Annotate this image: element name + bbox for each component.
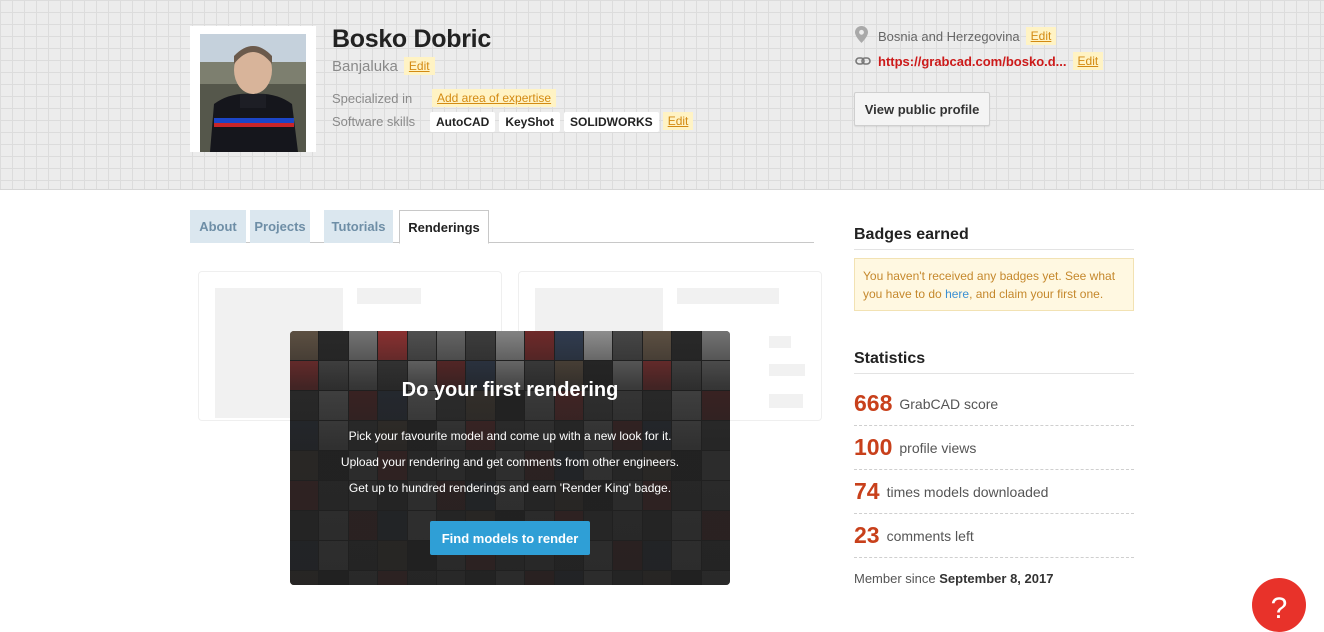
skill-tag: SOLIDWORKS: [564, 112, 659, 132]
edit-url-button[interactable]: Edit: [1072, 52, 1104, 70]
stat-row: 23 comments left: [854, 514, 1134, 558]
member-since-label: Member since: [854, 571, 936, 586]
badges-here-link[interactable]: here: [945, 287, 969, 301]
chain-link-icon: [855, 54, 871, 69]
user-name: Bosko Dobric: [332, 25, 491, 53]
stat-value: 23: [854, 522, 880, 548]
profile-header: Bosko Dobric Banjaluka Edit Specialized i…: [0, 0, 1324, 190]
stat-value: 668: [854, 390, 893, 416]
avatar-photo: [200, 34, 306, 152]
placeholder-text: [769, 336, 791, 348]
edit-city-button[interactable]: Edit: [403, 57, 435, 75]
stat-label: GrabCAD score: [899, 395, 999, 412]
location-row: Bosnia and Herzegovina Edit: [855, 26, 1057, 46]
divider: [854, 373, 1134, 374]
user-city: Banjaluka Edit: [332, 57, 435, 75]
promo-title: Do your first rendering: [401, 379, 619, 401]
placeholder-text: [769, 394, 803, 408]
stat-row: 668 GrabCAD score: [854, 382, 1134, 426]
add-expertise-link[interactable]: Add area of expertise: [432, 89, 557, 107]
first-rendering-promo: Do your first rendering Pick your favour…: [290, 331, 730, 585]
question-mark-icon: ?: [1270, 592, 1288, 625]
software-row: Software skills AutoCAD KeyShot SOLIDWORKS E…: [332, 112, 694, 132]
avatar[interactable]: [200, 34, 306, 152]
promo-line: Get up to hundred renderings and earn 'R…: [348, 481, 672, 495]
tab-projects[interactable]: Projects: [250, 210, 310, 243]
edit-location-button[interactable]: Edit: [1025, 27, 1057, 45]
software-label: Software skills: [332, 114, 416, 129]
city-text: Banjaluka: [332, 58, 398, 75]
badges-title: Badges earned: [854, 226, 969, 243]
stat-value: 74: [854, 478, 880, 504]
divider: [854, 249, 1134, 250]
placeholder-text: [677, 288, 779, 304]
edit-skills-button[interactable]: Edit: [662, 112, 694, 130]
profile-url-link[interactable]: https://grabcad.com/bosko.d...: [878, 54, 1067, 69]
badges-text: , and claim your first one.: [969, 287, 1104, 301]
stat-label: comments left: [886, 527, 974, 544]
tab-renderings[interactable]: Renderings: [399, 210, 489, 244]
member-since: Member since September 8, 2017: [854, 571, 1053, 586]
url-row: https://grabcad.com/bosko.d... Edit: [855, 52, 1104, 70]
stat-row: 74 times models downloaded: [854, 470, 1134, 514]
specialized-label: Specialized in: [332, 91, 413, 106]
stat-label: profile views: [899, 439, 977, 456]
help-button[interactable]: ?: [1252, 578, 1306, 632]
stat-row: 100 profile views: [854, 426, 1134, 470]
tab-about[interactable]: About: [190, 210, 246, 243]
badges-notice: You haven't received any badges yet. See…: [854, 258, 1134, 311]
avatar-frame: [190, 26, 316, 152]
skill-tag: KeyShot: [499, 112, 561, 132]
stat-value: 100: [854, 434, 893, 460]
placeholder-text: [357, 288, 421, 304]
map-pin-icon: [855, 26, 869, 46]
tab-tutorials[interactable]: Tutorials: [324, 210, 393, 243]
profile-tabs: About Projects Tutorials Renderings: [190, 210, 814, 244]
country-text: Bosnia and Herzegovina: [878, 28, 1020, 44]
placeholder-text: [769, 364, 805, 376]
view-public-profile-button[interactable]: View public profile: [854, 92, 990, 126]
statistics-title: Statistics: [854, 350, 926, 367]
specialized-row: Specialized in Add area of expertise: [332, 89, 557, 107]
find-models-button[interactable]: Find models to render: [430, 521, 590, 555]
promo-line: Upload your rendering and get comments f…: [340, 455, 680, 469]
promo-line: Pick your favourite model and come up wi…: [348, 429, 672, 443]
member-since-date: September 8, 2017: [939, 571, 1054, 586]
skill-tag: AutoCAD: [430, 112, 496, 132]
stat-label: times models downloaded: [886, 483, 1049, 500]
